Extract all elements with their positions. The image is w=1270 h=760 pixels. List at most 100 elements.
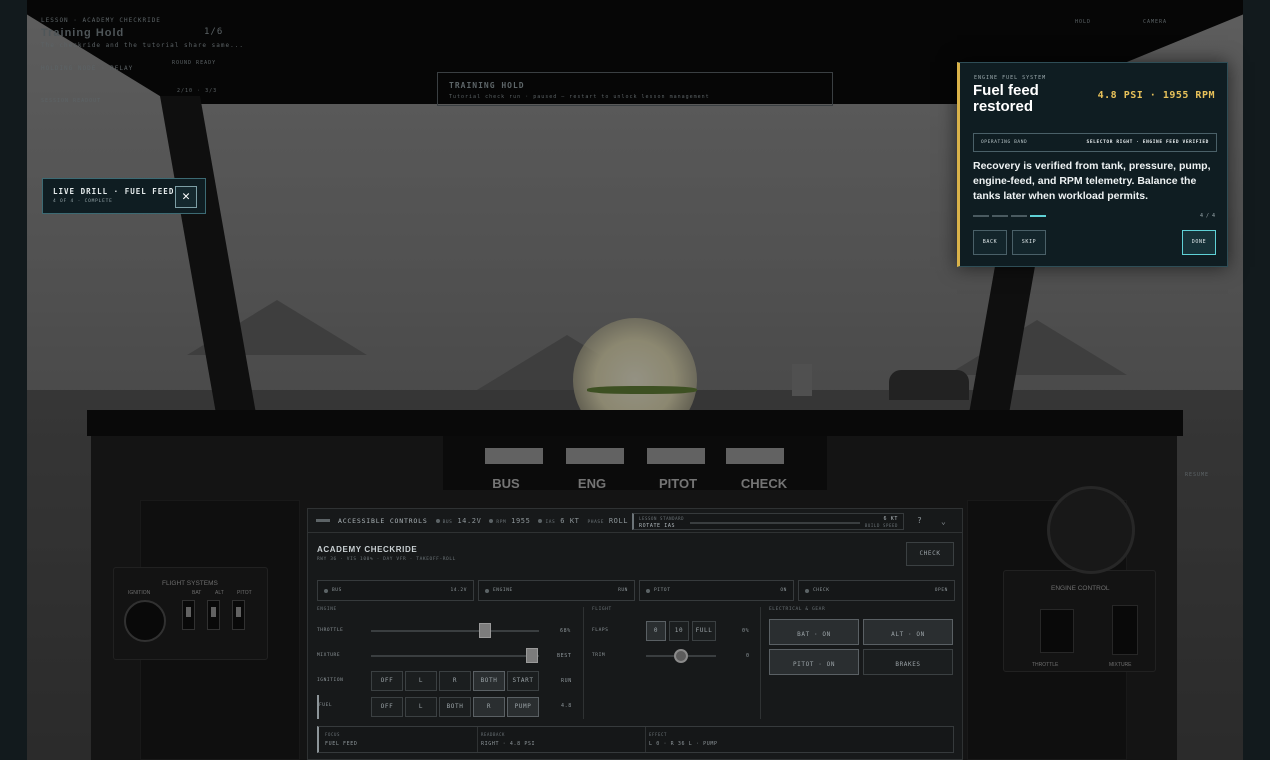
status-check-value: OPEN [934, 588, 948, 593]
status-engine-value: RUN [618, 588, 628, 593]
status-pitot-value: ON [780, 588, 787, 593]
fuel-both-button[interactable]: BOTH [439, 697, 471, 717]
done-button[interactable]: DONE [1182, 230, 1216, 255]
card-body: Recovery is verified from tank, pressure… [973, 160, 1211, 202]
drag-handle-icon[interactable] [316, 519, 330, 522]
annunciator-check-label: CHECK [740, 476, 788, 491]
annunciator-eng-label: ENG [577, 476, 607, 491]
pitot-toggle[interactable] [232, 600, 245, 630]
ignition-row-label: IGNITION [317, 678, 344, 683]
fuel-off-button[interactable]: OFF [371, 697, 403, 717]
mission-kicker: LESSON · ACADEMY CHECKRIDE [41, 17, 161, 24]
status-bus: BUS 14.2V [317, 580, 474, 601]
fuel-left-button[interactable]: L [405, 697, 437, 717]
ignition-both-button[interactable]: BOTH [473, 671, 505, 691]
flight-heading: FLIGHT [592, 607, 612, 612]
status-engine-label: ENGINE [493, 588, 513, 593]
lesson-standard-box: LESSON STANDARD ROTATE IAS 6 KT BUILD SP… [632, 513, 904, 530]
status-dot-icon [324, 589, 328, 593]
chip-ias-label: IAS [545, 519, 556, 525]
flaps-full-button[interactable]: FULL [692, 621, 716, 641]
training-hold-banner: TRAINING HOLD Tutorial check run · pause… [437, 72, 833, 106]
collapse-icon[interactable]: ⌄ [941, 517, 946, 526]
gauge-dial [1047, 486, 1135, 574]
lesson-kicker: LESSON STANDARD [639, 516, 685, 521]
step-segment [1030, 215, 1046, 217]
card-step-count: 4 / 4 [1199, 213, 1215, 219]
close-icon[interactable]: ✕ [175, 186, 197, 208]
ignition-label: IGNITION [128, 590, 151, 596]
back-button[interactable]: BACK [973, 230, 1007, 255]
bat-on-button[interactable]: BAT · ON [769, 619, 859, 645]
ignition-key-switch[interactable] [124, 600, 166, 642]
effect-kicker: EFFECT [649, 732, 668, 737]
annunciator-eng-light [566, 448, 624, 464]
training-hold-sub: Tutorial check run · paused — restart to… [449, 94, 710, 100]
hold-button[interactable]: HOLD [1075, 19, 1091, 25]
brakes-button[interactable]: BRAKES [863, 649, 953, 675]
card-step-indicator [973, 215, 1046, 217]
mixture-lever[interactable] [1112, 605, 1138, 655]
trim-wheel-knob[interactable] [674, 649, 688, 663]
throttle-slider-track[interactable] [371, 630, 539, 632]
alt-on-button[interactable]: ALT · ON [863, 619, 953, 645]
bat-switch-label: BAT [192, 590, 202, 596]
focus-kicker: FOCUS [325, 732, 341, 737]
throttle-label: THROTTLE [1032, 662, 1059, 668]
readback-footer: FOCUS FUEL FEED READBACK RIGHT · 4.8 PSI… [317, 726, 954, 753]
mixture-slider-knob[interactable] [526, 648, 539, 663]
chip-bus-value: 14.2V [457, 516, 482, 525]
console-title: ACADEMY CHECKRIDE [317, 545, 418, 554]
readback-value: RIGHT · 4.8 PSI [481, 741, 536, 747]
flaps-0-button[interactable]: 0 [646, 621, 666, 641]
column-divider [760, 607, 761, 719]
resume-button[interactable]: RESUME [1185, 472, 1209, 478]
mission-footer: SESSION READOUT [41, 98, 102, 104]
dashboard-top [87, 410, 1183, 436]
ignition-off-button[interactable]: OFF [371, 671, 403, 691]
card-title: Fuel feed restored [973, 82, 1039, 115]
mixture-slider-track[interactable] [371, 655, 539, 657]
flaps-10-button[interactable]: 10 [669, 621, 689, 641]
throttle-lever[interactable] [1040, 609, 1074, 653]
trim-row-label: TRIM [592, 653, 606, 658]
annunciator-pitot-label: PITOT [658, 476, 698, 491]
fuel-row-label: FUEL [319, 703, 333, 708]
chip-bus: BUS 14.2V [435, 516, 482, 525]
camera-button[interactable]: CAMERA [1143, 19, 1167, 25]
pitot-on-button[interactable]: PITOT · ON [769, 649, 859, 675]
flight-systems-title: FLIGHT SYSTEMS [162, 580, 218, 587]
ignition-right-button[interactable]: R [439, 671, 471, 691]
tutorial-card: ENGINE FUEL SYSTEM Fuel feed restored 4.… [957, 62, 1228, 267]
readback-kicker: READBACK [481, 732, 506, 737]
help-button[interactable]: ? [917, 516, 922, 525]
mountain [947, 320, 1127, 375]
status-dot-icon [805, 589, 809, 593]
accessible-controls-console: ACCESSIBLE CONTROLS BUS 14.2V RPM 1955 I… [307, 508, 963, 760]
training-hold-title: TRAINING HOLD [449, 81, 525, 90]
status-dot-icon [489, 518, 494, 523]
bat-toggle[interactable] [182, 600, 195, 630]
fuel-pump-button[interactable]: PUMP [507, 697, 539, 717]
card-status-label: OPERATING BAND [981, 140, 1028, 145]
card-status-value: SELECTOR RIGHT · ENGINE FEED VERIFIED [1086, 140, 1209, 145]
chip-phase-value: ROLL [608, 516, 629, 525]
ignition-start-button[interactable]: START [507, 671, 539, 691]
ignition-left-button[interactable]: L [405, 671, 437, 691]
flaps-value: 0% [742, 628, 750, 634]
check-button[interactable]: CHECK [906, 542, 954, 566]
fuel-right-button[interactable]: R [473, 697, 505, 717]
card-status-row: OPERATING BAND SELECTOR RIGHT · ENGINE F… [973, 133, 1217, 152]
horizon-glare [587, 386, 697, 394]
skip-button[interactable]: SKIP [1012, 230, 1046, 255]
alt-toggle[interactable] [207, 600, 220, 630]
mission-count: 1/6 [204, 27, 224, 37]
fuel-value: 4.8 [561, 703, 572, 709]
flaps-row-label: FLAPS [592, 628, 609, 633]
chip-ias-value: 6 KT [560, 516, 580, 525]
lesson-value: ROTATE IAS [639, 523, 676, 529]
throttle-slider-knob[interactable] [479, 623, 492, 638]
step-segment [1011, 215, 1027, 217]
flight-systems-panel: FLIGHT SYSTEMS IGNITION BAT ALT PITOT [113, 567, 268, 660]
console-subtitle: RWY 36 · VIS 100% · DAY VFR · TAKEOFF-RO… [317, 557, 456, 562]
